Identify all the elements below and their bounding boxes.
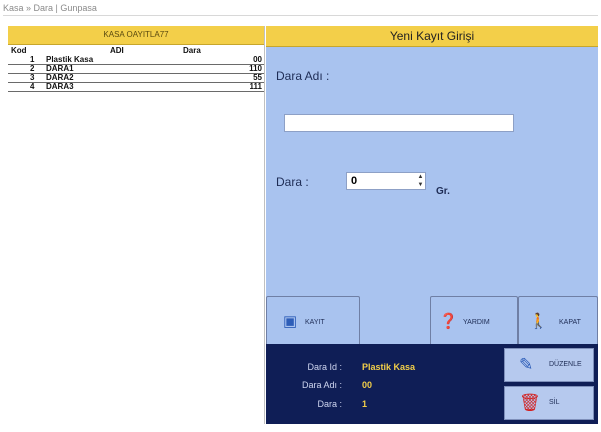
weight-unit: Gr. — [436, 186, 450, 197]
row-dara: 111 — [249, 82, 262, 91]
info-weight-label: Dara : — [317, 399, 342, 409]
dara-weight-label: Dara : — [276, 175, 309, 189]
dara-weight-value: 0 — [351, 175, 358, 187]
entry-form: Dara Adı : Dara : 0 ▲ ▼ Gr. — [266, 47, 598, 323]
row-adi: DARA2 — [46, 73, 74, 82]
form-title: Yeni Kayıt Girişi — [266, 26, 598, 47]
row-dara: 110 — [249, 64, 262, 73]
row-adi: DARA1 — [46, 64, 74, 73]
entry-panel: Yeni Kayıt Girişi Dara Adı : Dara : 0 ▲ ▼… — [266, 26, 598, 424]
help-tab[interactable]: ❓ YARDIM — [430, 296, 518, 344]
edit-button[interactable]: ✎ DÜZENLE — [504, 348, 594, 382]
info-id-label: Dara Id : — [307, 362, 342, 372]
breadcrumb: Kasa » Dara | Gunpasa — [3, 1, 598, 16]
info-id-value: Plastik Kasa — [362, 362, 416, 372]
list-title: KASA OAYITLA77 — [8, 26, 264, 45]
action-panel: ✎ DÜZENLE 🗑 SİL — [498, 344, 598, 424]
dara-name-input[interactable] — [284, 114, 514, 132]
column-header-adi: ADI — [110, 46, 124, 55]
info-name-value: 00 — [362, 380, 373, 390]
question-icon: ❓ — [439, 313, 458, 330]
selected-info-panel: Dara Id : Plastik Kasa Dara Adı : 00 Dar… — [266, 344, 498, 424]
delete-label: SİL — [549, 399, 560, 406]
row-kod: 2 — [30, 64, 35, 73]
dara-name-label: Dara Adı : — [276, 69, 330, 83]
row-dara: 00 — [253, 55, 262, 64]
exit-tab[interactable]: 🚶 KAPAT — [518, 296, 598, 344]
row-kod: 1 — [30, 55, 35, 64]
column-header-kod: Kod — [11, 46, 27, 55]
info-weight-value: 1 — [362, 399, 368, 409]
trash-icon: 🗑 — [519, 393, 541, 412]
help-label: YARDIM — [463, 319, 490, 326]
dara-table: Kod ADI Dara 1 Plastik Kasa 00 2 DARA1 1… — [8, 46, 264, 92]
row-adi: Plastik Kasa — [46, 55, 94, 64]
stepper-arrows-icon[interactable]: ▲ ▼ — [416, 173, 425, 189]
info-name-label: Dara Adı : — [301, 380, 342, 390]
person-exit-icon: 🚶 — [529, 313, 548, 330]
row-kod: 3 — [30, 73, 35, 82]
edit-label: DÜZENLE — [549, 361, 582, 368]
edit-icon: ✎ — [519, 355, 534, 374]
row-kod: 4 — [30, 82, 35, 91]
save-tab[interactable]: ▣ KAYIT — [266, 296, 360, 344]
delete-button[interactable]: 🗑 SİL — [504, 386, 594, 420]
dara-list-panel: KASA OAYITLA77 Kod ADI Dara 1 Plastik Ka… — [8, 26, 265, 424]
column-header-dara: Dara — [183, 46, 201, 55]
row-adi: DARA3 — [46, 82, 74, 91]
exit-label: KAPAT — [559, 319, 581, 326]
row-dara: 55 — [253, 73, 262, 82]
dara-weight-stepper[interactable]: 0 ▲ ▼ — [346, 172, 426, 190]
table-row[interactable]: 4 DARA3 111 — [8, 83, 264, 92]
tab-strip: ▣ KAYIT ❓ YARDIM 🚶 KAPAT — [266, 296, 598, 344]
save-label: KAYIT — [305, 319, 325, 326]
floppy-disk-icon: ▣ — [283, 313, 298, 330]
